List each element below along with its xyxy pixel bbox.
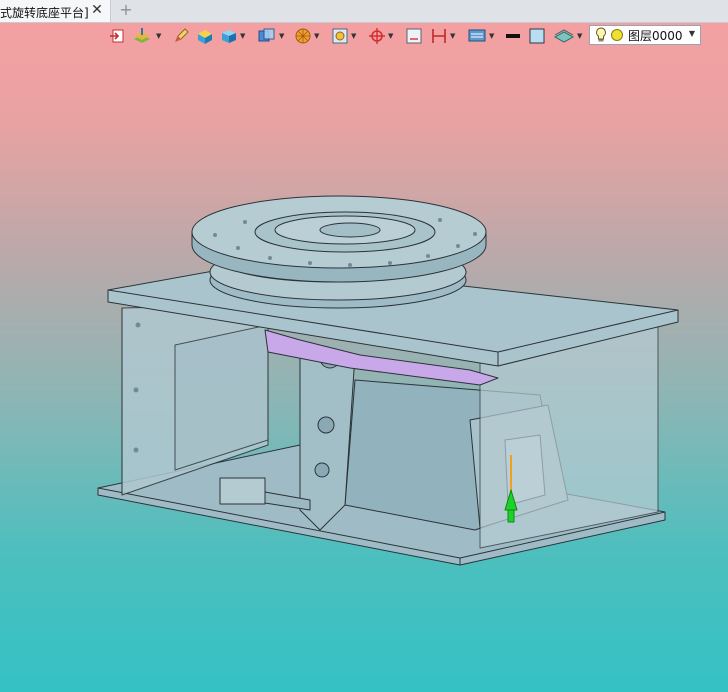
cad-model[interactable] bbox=[0, 0, 728, 692]
motor bbox=[219, 477, 266, 505]
